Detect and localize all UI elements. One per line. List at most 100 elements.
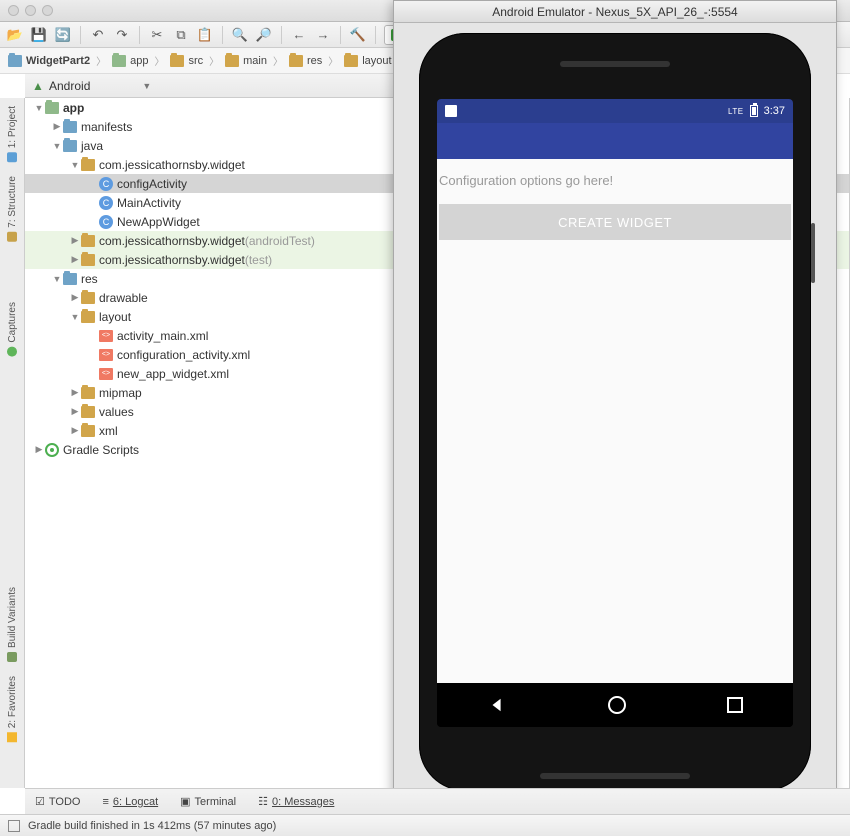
chevron-right-icon[interactable] (51, 121, 63, 132)
side-tab-favorites[interactable]: 2: Favorites (7, 672, 18, 746)
replace-icon[interactable]: 🔎 (255, 26, 273, 44)
find-icon[interactable]: 🔍 (231, 26, 249, 44)
crumb[interactable]: src (166, 55, 207, 67)
undo-icon[interactable]: ↶ (89, 26, 107, 44)
project-view-header[interactable]: ▲ Android ▼ ✿ (25, 74, 420, 98)
side-tab-label: 7: Structure (7, 176, 18, 228)
chevron-right-icon[interactable] (69, 387, 81, 398)
xml-icon: <> (99, 349, 113, 361)
chevron-down-icon[interactable] (51, 141, 63, 151)
status-bar: Gradle build finished in 1s 412ms (57 mi… (0, 814, 850, 836)
tree-qualifier: (test) (245, 253, 272, 267)
folder-icon (344, 55, 358, 67)
cut-icon[interactable]: ✂ (148, 26, 166, 44)
separator-icon (222, 26, 223, 44)
chevron-right-icon: 〉 (152, 53, 166, 68)
chevron-right-icon: 〉 (207, 53, 221, 68)
traffic-close-icon[interactable] (8, 5, 19, 16)
left-tool-strip: 1: Project 7: Structure Captures Build Vari… (0, 98, 25, 788)
build-icon[interactable]: 🔨 (349, 26, 367, 44)
nav-back-icon[interactable] (487, 695, 507, 715)
tree-label: MainActivity (117, 196, 181, 210)
traffic-zoom-icon[interactable] (42, 5, 53, 16)
tree-label: app (63, 101, 84, 115)
traffic-min-icon[interactable] (25, 5, 36, 16)
tree-qualifier: (androidTest) (245, 234, 315, 248)
copy-icon[interactable]: ⧉ (172, 26, 190, 44)
folder-icon (81, 235, 95, 247)
sync-icon[interactable]: 🔄 (54, 26, 72, 44)
save-icon[interactable]: 💾 (30, 26, 48, 44)
side-tab-label: 2: Favorites (7, 676, 18, 728)
tab-messages[interactable]: ☷ 0: Messages (258, 795, 334, 808)
folder-icon (225, 55, 239, 67)
side-tab-label: Build Variants (7, 587, 18, 648)
tree-label: mipmap (99, 386, 142, 400)
tab-todo[interactable]: ☑ TODO (35, 795, 80, 808)
crumb-label: app (130, 55, 148, 67)
nav-home-icon[interactable] (608, 696, 626, 714)
create-widget-button[interactable]: CREATE WIDGET (439, 204, 791, 240)
class-icon: C (99, 196, 113, 210)
tree-label: java (81, 139, 103, 153)
chevron-down-icon[interactable] (33, 103, 45, 113)
tree-label: new_app_widget.xml (117, 367, 229, 381)
tab-label: 0: Messages (272, 796, 334, 808)
battery-icon (750, 105, 758, 117)
emulator-window[interactable]: Android Emulator - Nexus_5X_API_26_-:555… (393, 0, 837, 807)
folder-icon (170, 55, 184, 67)
chevron-right-icon[interactable] (69, 425, 81, 436)
chevron-right-icon[interactable] (33, 444, 45, 455)
tree-label: xml (99, 424, 118, 438)
tree-label: activity_main.xml (117, 329, 208, 343)
chevron-right-icon[interactable] (69, 292, 81, 303)
chevron-right-icon[interactable] (69, 406, 81, 417)
folder-icon (289, 55, 303, 67)
crumb[interactable]: WidgetPart2 (4, 55, 94, 67)
tab-logcat[interactable]: ≡ 6: Logcat (102, 796, 158, 808)
folder-icon (112, 55, 126, 67)
side-tab-label: Captures (7, 302, 18, 343)
xml-icon: <> (99, 368, 113, 380)
power-button-icon (811, 223, 815, 283)
back-icon[interactable]: ← (290, 26, 308, 44)
chevron-down-icon[interactable]: ▼ (142, 81, 151, 91)
android-status-bar[interactable]: LTE 3:37 (437, 99, 793, 123)
structure-icon (7, 232, 17, 242)
forward-icon[interactable]: → (314, 26, 332, 44)
redo-icon[interactable]: ↷ (113, 26, 131, 44)
separator-icon (281, 26, 282, 44)
chevron-right-icon[interactable] (69, 235, 81, 246)
folder-icon (8, 55, 22, 67)
crumb-label: layout (362, 55, 391, 67)
crumb[interactable]: app (108, 55, 152, 67)
emulator-title-bar[interactable]: Android Emulator - Nexus_5X_API_26_-:555… (394, 1, 836, 23)
device-screen[interactable]: LTE 3:37 Configuration options go here! … (437, 99, 793, 727)
chevron-right-icon[interactable] (69, 254, 81, 265)
chevron-right-icon: 〉 (326, 53, 340, 68)
class-icon: C (99, 177, 113, 191)
side-tab-buildvar[interactable]: Build Variants (7, 583, 18, 666)
bottom-tool-tabs: ☑ TODO ≡ 6: Logcat ▣ Terminal ☷ 0: Messa… (25, 788, 850, 814)
chevron-down-icon[interactable] (69, 312, 81, 322)
folder-icon (63, 140, 77, 152)
tab-terminal[interactable]: ▣ Terminal (180, 795, 236, 808)
open-icon[interactable]: 📂 (6, 26, 24, 44)
nav-recent-icon[interactable] (727, 697, 743, 713)
chevron-down-icon[interactable] (51, 274, 63, 284)
crumb-label: src (188, 55, 203, 67)
paste-icon[interactable]: 📋 (196, 26, 214, 44)
folder-icon (81, 311, 95, 323)
side-tab-project[interactable]: 1: Project (7, 102, 18, 166)
crumb[interactable]: layout (340, 55, 395, 67)
side-tab-structure[interactable]: 7: Structure (7, 172, 18, 246)
crumb[interactable]: res (285, 55, 326, 67)
xml-icon: <> (99, 330, 113, 342)
chevron-down-icon[interactable] (69, 160, 81, 170)
crumb-label: res (307, 55, 322, 67)
tool-window-toggle-icon[interactable] (8, 820, 20, 832)
separator-icon (80, 26, 81, 44)
crumb[interactable]: main (221, 55, 271, 67)
side-tab-captures[interactable]: Captures (7, 298, 18, 361)
folder-icon (81, 254, 95, 266)
